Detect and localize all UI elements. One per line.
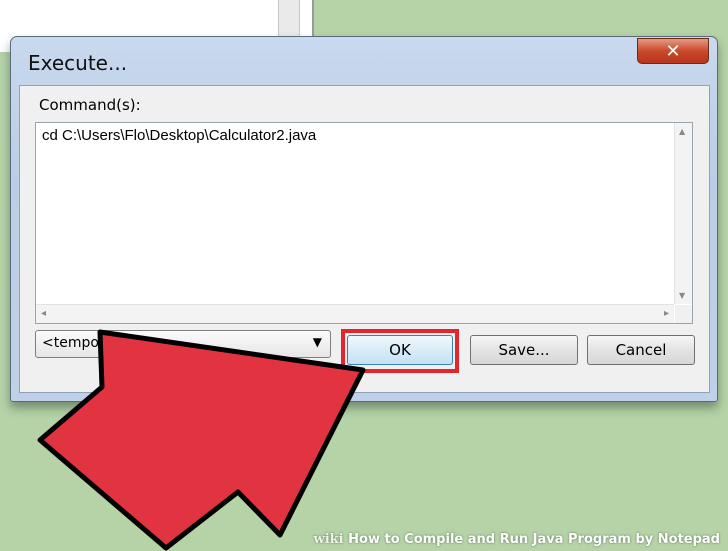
- dialog-body: Command(s): cd C:\Users\Flo\Desktop\Calc…: [19, 85, 710, 393]
- scrollbar-corner: [675, 305, 692, 323]
- watermark-text: How to Compile and Run Java Program by N…: [348, 532, 720, 547]
- command-text: cd C:\Users\Flo\Desktop\Calculator2.java: [42, 127, 317, 144]
- command-textarea[interactable]: cd C:\Users\Flo\Desktop\Calculator2.java…: [35, 122, 693, 324]
- vertical-scrollbar[interactable]: ▲ ▼: [674, 123, 692, 304]
- close-icon: ✕: [665, 40, 681, 62]
- horizontal-scrollbar[interactable]: ◂ ▸: [36, 304, 674, 323]
- cancel-button[interactable]: Cancel: [587, 335, 695, 365]
- save-button[interactable]: Save...: [470, 335, 578, 365]
- watermark-brand: wiki: [313, 532, 344, 547]
- commands-label: Command(s):: [39, 96, 141, 114]
- arrow-down-icon[interactable]: ▼: [679, 291, 685, 300]
- chevron-down-icon: ▼: [312, 335, 322, 349]
- arrow-right-icon[interactable]: ▸: [664, 308, 669, 319]
- template-dropdown[interactable]: <tempo ▼: [35, 330, 331, 358]
- execute-dialog: Execute... ✕ Command(s): cd C:\Users\Flo…: [10, 36, 718, 402]
- watermark: wiki How to Compile and Run Java Program…: [314, 532, 720, 547]
- dialog-title: Execute...: [28, 51, 128, 75]
- arrow-up-icon[interactable]: ▲: [679, 127, 685, 136]
- ok-button[interactable]: OK: [347, 335, 453, 365]
- close-button[interactable]: ✕: [637, 38, 709, 64]
- template-dropdown-value: <tempo: [42, 335, 99, 351]
- arrow-left-icon[interactable]: ◂: [41, 308, 46, 319]
